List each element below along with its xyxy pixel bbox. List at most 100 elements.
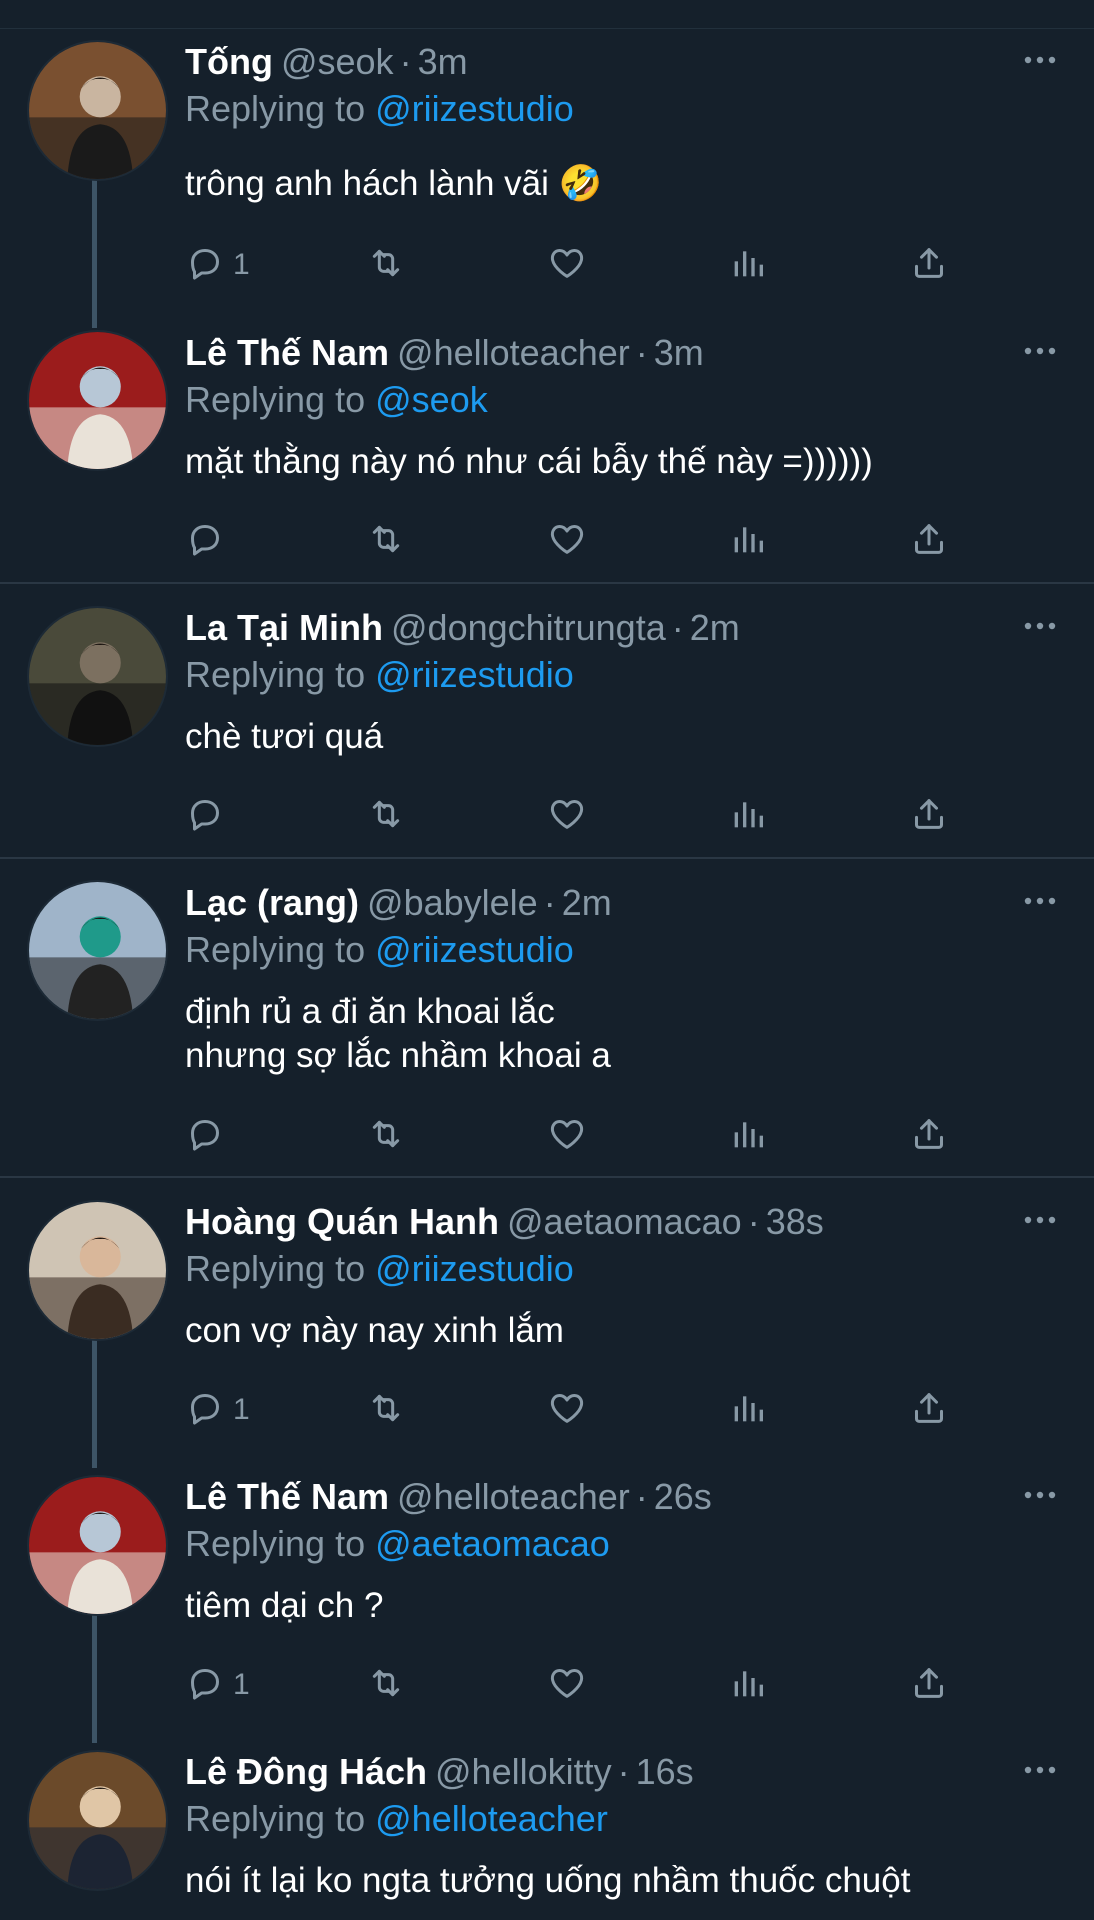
more-icon[interactable] [1020,50,1060,70]
retweet-button[interactable] [366,791,406,841]
more-icon[interactable] [1020,1485,1060,1505]
divider [0,857,1094,859]
mention-link[interactable]: @riizestudio [375,88,574,129]
separator-dot: · [635,332,648,373]
mention-link[interactable]: @riizestudio [375,654,574,695]
analytics-button[interactable] [728,240,768,290]
avatar[interactable] [27,880,168,1021]
mention-link[interactable]: @seok [375,379,488,420]
separator-dot: · [543,882,556,923]
retweet-button[interactable] [366,240,406,290]
reply-button[interactable]: 1 [185,1385,250,1435]
share-icon [909,794,949,839]
analytics-button[interactable] [728,1660,768,1710]
timestamp[interactable]: 2m [562,882,612,923]
share-button[interactable] [909,791,949,841]
like-button[interactable] [547,1111,587,1161]
timestamp[interactable]: 3m [654,332,704,373]
like-button[interactable] [547,791,587,841]
share-button[interactable] [909,240,949,290]
mention-link[interactable]: @aetaomacao [375,1523,610,1564]
tweet-header: Lê Đông Hách @hellokitty · 16s [185,1750,694,1794]
analytics-button[interactable] [728,1111,768,1161]
tweet-actions [185,1111,975,1161]
thread-line [92,1615,97,1743]
avatar[interactable] [27,330,168,471]
retweet-icon [366,243,406,288]
tweet-actions: 1 [185,1385,975,1435]
reply-icon [185,1114,225,1159]
avatar[interactable] [27,40,168,181]
share-button[interactable] [909,1660,949,1710]
user-handle[interactable]: @helloteacher [397,1476,630,1517]
reply-button[interactable]: 1 [185,1660,250,1710]
tweet-header: Tống @seok · 3m [185,40,468,84]
retweet-button[interactable] [366,516,406,566]
display-name[interactable]: Tống [185,41,273,82]
divider [0,1176,1094,1178]
more-icon[interactable] [1020,1760,1060,1780]
share-button[interactable] [909,1385,949,1435]
more-icon[interactable] [1020,341,1060,361]
user-handle[interactable]: @hellokitty [435,1751,612,1792]
analytics-button[interactable] [728,1385,768,1435]
display-name[interactable]: Lê Đông Hách [185,1751,427,1792]
more-icon[interactable] [1020,616,1060,636]
mention-link[interactable]: @riizestudio [375,1248,574,1289]
retweet-icon [366,1663,406,1708]
user-handle[interactable]: @dongchitrungta [391,607,666,648]
display-name[interactable]: Lê Thế Nam [185,332,389,373]
replying-prefix: Replying to [185,1798,366,1839]
replying-to: Replying to @aetaomacao [185,1522,610,1566]
display-name[interactable]: La Tại Minh [185,607,383,648]
avatar[interactable] [27,1200,168,1341]
retweet-button[interactable] [366,1660,406,1710]
display-name[interactable]: Hoàng Quán Hanh [185,1201,499,1242]
user-handle[interactable]: @helloteacher [397,332,630,373]
like-button[interactable] [547,1660,587,1710]
retweet-button[interactable] [366,1385,406,1435]
share-button[interactable] [909,1111,949,1161]
like-button[interactable] [547,516,587,566]
like-button[interactable] [547,1385,587,1435]
reply-button[interactable] [185,791,233,841]
more-icon[interactable] [1020,891,1060,911]
thread-line [92,1340,97,1468]
separator-dot: · [671,607,684,648]
timestamp[interactable]: 16s [636,1751,694,1792]
like-button[interactable] [547,240,587,290]
retweet-button[interactable] [366,1111,406,1161]
mention-link[interactable]: @helloteacher [375,1798,608,1839]
more-icon[interactable] [1020,1210,1060,1230]
user-handle[interactable]: @babylele [367,882,538,923]
analytics-icon [728,1114,768,1159]
timestamp[interactable]: 26s [654,1476,712,1517]
analytics-button[interactable] [728,791,768,841]
tweet-text: mặt thằng này nó như cái bẫy thế này =))… [185,442,873,481]
display-name[interactable]: Lạc (rang) [185,882,359,923]
separator-dot: · [747,1201,760,1242]
user-handle[interactable]: @aetaomacao [507,1201,742,1242]
timestamp[interactable]: 3m [418,41,468,82]
mention-link[interactable]: @riizestudio [375,929,574,970]
user-handle[interactable]: @seok [281,41,394,82]
separator-dot: · [617,1751,630,1792]
avatar[interactable] [27,606,168,747]
like-icon [547,1114,587,1159]
avatar[interactable] [27,1750,168,1891]
share-icon [909,1663,949,1708]
reply-icon [185,519,225,564]
display-name[interactable]: Lê Thế Nam [185,1476,389,1517]
analytics-icon [728,1663,768,1708]
timestamp[interactable]: 38s [766,1201,824,1242]
analytics-button[interactable] [728,516,768,566]
retweet-icon [366,1114,406,1159]
avatar[interactable] [27,1475,168,1616]
share-button[interactable] [909,516,949,566]
share-icon [909,519,949,564]
replying-to: Replying to @riizestudio [185,1247,574,1291]
reply-button[interactable] [185,1111,233,1161]
reply-button[interactable] [185,516,233,566]
reply-button[interactable]: 1 [185,240,250,290]
timestamp[interactable]: 2m [690,607,740,648]
